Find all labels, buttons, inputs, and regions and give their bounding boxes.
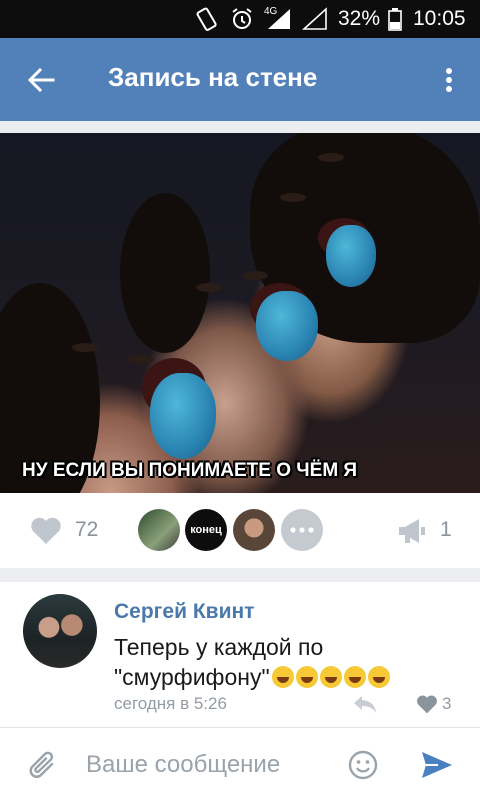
clock: 10:05 <box>413 7 466 30</box>
laughing-emoji-icon <box>343 666 366 688</box>
more-likers-icon[interactable] <box>281 509 323 551</box>
cellular-signal-icon: 4G <box>264 0 292 38</box>
wifi-signal-icon <box>302 0 328 38</box>
likes-count[interactable]: 72 <box>75 518 98 542</box>
laughing-emoji-icon <box>367 666 390 688</box>
comment-author[interactable]: Сергей Квинт <box>114 600 254 624</box>
laughing-emoji-icon <box>271 666 294 688</box>
toolbar-spacer <box>0 121 480 133</box>
photo-eye <box>196 283 222 292</box>
comment-text-block: Теперь у каждой по "смурфифону" <box>114 632 444 692</box>
comment-likes-count: 3 <box>442 694 452 713</box>
photo-blue-tongue <box>150 373 216 459</box>
app-toolbar: Запись на стене <box>0 38 480 121</box>
smiley-icon[interactable] <box>348 750 378 785</box>
photo-blue-tongue <box>326 225 376 287</box>
message-input[interactable] <box>86 746 336 784</box>
photo-caption: НУ ЕСЛИ ВЫ ПОНИМАЕТЕ О ЧЁМ Я <box>22 460 358 481</box>
arrow-left-icon[interactable] <box>18 58 64 102</box>
liker-avatar-label: конец <box>190 524 222 536</box>
avatar[interactable] <box>23 594 97 668</box>
battery-icon <box>388 0 402 38</box>
photo-eye <box>318 153 344 162</box>
emoji-row <box>270 664 390 690</box>
status-bar: 4G 32% 10:05 <box>0 0 480 38</box>
post-reactions: 72 конец 1 <box>0 493 480 568</box>
photo-hair-middle <box>120 193 210 353</box>
comment-heart-icon[interactable] <box>416 695 438 719</box>
alarm-icon <box>230 0 254 38</box>
more-vertical-icon[interactable] <box>434 58 464 102</box>
send-icon[interactable] <box>420 750 454 785</box>
network-type-label: 4G <box>264 6 278 17</box>
photo-eye <box>72 343 98 352</box>
laughing-emoji-icon <box>319 666 342 688</box>
silent-mode-icon <box>196 0 218 38</box>
page-title: Запись на стене <box>108 62 318 92</box>
liker-avatar[interactable]: конец <box>185 509 227 551</box>
paperclip-icon[interactable] <box>28 750 58 787</box>
photo-eye <box>242 271 268 280</box>
reply-icon[interactable] <box>352 694 378 719</box>
comment-item: Сергей Квинт Теперь у каждой по "смурфиф… <box>0 582 480 727</box>
laughing-emoji-icon <box>295 666 318 688</box>
megaphone-icon[interactable] <box>397 517 427 550</box>
photo-blue-tongue <box>256 291 318 361</box>
liker-avatar[interactable] <box>233 509 275 551</box>
shares-count[interactable]: 1 <box>440 518 452 542</box>
photo-eye <box>128 355 154 364</box>
liker-avatar[interactable] <box>138 509 180 551</box>
message-composer <box>0 727 480 800</box>
post-photo[interactable] <box>0 133 480 493</box>
section-divider <box>0 568 480 582</box>
battery-percent: 32% <box>338 7 381 30</box>
comment-timestamp: сегодня в 5:26 <box>114 694 227 713</box>
photo-eye <box>280 193 306 202</box>
heart-icon[interactable] <box>30 517 62 550</box>
